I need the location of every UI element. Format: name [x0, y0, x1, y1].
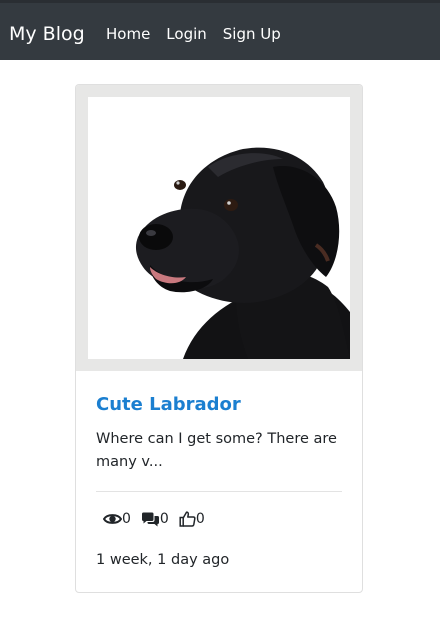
- eye-icon: [103, 512, 122, 526]
- thumbs-up-icon[interactable]: [179, 511, 196, 527]
- likes-count: 0: [195, 511, 205, 527]
- post-title-link[interactable]: Cute Labrador: [96, 393, 241, 417]
- post-stats: 0 0 0: [103, 510, 215, 528]
- post-image[interactable]: [88, 97, 350, 359]
- brand-link[interactable]: My Blog: [9, 22, 85, 46]
- post-card: Cute Labrador Where can I get some? Ther…: [75, 84, 363, 593]
- navbar: My Blog Home Login Sign Up: [0, 0, 440, 60]
- comments-count: 0: [159, 511, 169, 527]
- views-count: 0: [122, 511, 131, 527]
- likes-stat[interactable]: 0: [179, 510, 205, 528]
- views-stat: 0: [103, 510, 131, 528]
- post-timestamp: 1 week, 1 day ago: [96, 552, 230, 568]
- comments-stat: 0: [141, 510, 169, 528]
- card-divider: [96, 491, 342, 492]
- post-image-frame: [76, 85, 362, 371]
- nav-links: Home Login Sign Up: [106, 24, 297, 44]
- nav-link-signup[interactable]: Sign Up: [223, 24, 281, 44]
- labrador-image: [88, 97, 350, 359]
- nav-link-home[interactable]: Home: [106, 24, 150, 44]
- nav-link-login[interactable]: Login: [166, 24, 206, 44]
- comments-icon: [141, 512, 160, 527]
- post-excerpt: Where can I get some? There are many v..…: [96, 431, 337, 470]
